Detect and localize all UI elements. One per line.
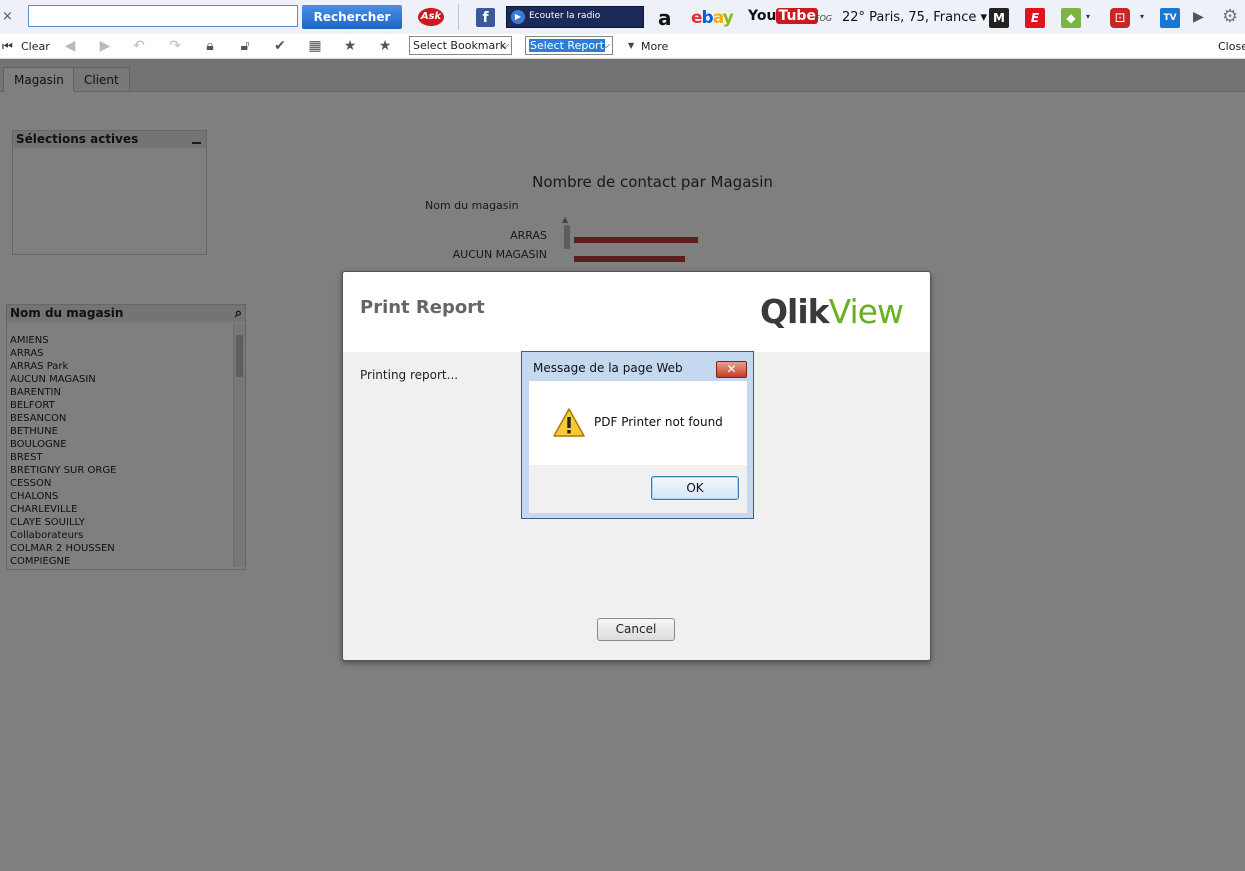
message-body: PDF Printer not found — [529, 381, 747, 465]
select-bookmark-dropdown[interactable]: Select Bookmark ⌵ — [409, 36, 512, 55]
lequipe-icon[interactable]: E — [1025, 8, 1045, 28]
qlikview-logo: QlikView — [760, 292, 904, 331]
add-bookmark-icon[interactable]: ★ — [340, 37, 360, 55]
qlikview-toolbar: ⏮ Clear ◀ ▶ ↶ ↷ 🔒︎ 🔓︎ ✔ ▦ ★ ★ Select Boo… — [0, 34, 1245, 59]
check-icon[interactable]: ✔ — [270, 37, 290, 55]
ebay-icon[interactable]: ebay — [691, 8, 734, 28]
lock-icon[interactable]: 🔒︎ — [200, 37, 220, 55]
print-status: Printing report... — [360, 368, 459, 382]
lemonde-icon[interactable]: M — [989, 8, 1009, 28]
toolbar-separator — [458, 4, 459, 30]
chart-icon[interactable]: ▦ — [305, 37, 325, 55]
undo-icon[interactable]: ↶ — [129, 37, 149, 55]
message-footer: OK — [529, 465, 747, 513]
ok-button[interactable]: OK — [651, 476, 739, 500]
search-button[interactable]: Rechercher — [302, 5, 402, 29]
message-text: PDF Printer not found — [594, 415, 723, 429]
search-input[interactable] — [28, 5, 298, 27]
play-icon[interactable]: ▶ — [1193, 9, 1204, 25]
games-icon[interactable]: ⚀ — [1110, 8, 1130, 28]
weather-dropdown[interactable]: 22° Paris, 75, France ▾ — [842, 10, 987, 25]
cancel-button[interactable]: Cancel — [597, 618, 675, 641]
redo-icon[interactable]: ↷ — [165, 37, 185, 55]
close-icon[interactable]: ✕ — [716, 361, 747, 378]
youtube-icon[interactable]: You Tube — [748, 8, 818, 24]
chevron-down-icon: ⌵ — [602, 40, 610, 51]
ask-icon[interactable]: Ask — [418, 8, 444, 26]
dialog-header: Print Report QlikView — [343, 272, 930, 352]
amazon-icon[interactable]: a — [658, 6, 672, 30]
close-button[interactable]: Close — [1218, 40, 1245, 53]
dialog-title: Print Report — [360, 297, 485, 318]
tv-icon[interactable]: TV — [1160, 8, 1180, 28]
browser-toolbar: × Rechercher Ask f ▶ Ecouter la radio a … — [0, 0, 1245, 35]
remove-bookmark-icon[interactable]: ★ — [375, 37, 395, 55]
radio-label: Ecouter la radio — [529, 11, 601, 21]
forward-icon[interactable]: ▶ — [95, 37, 115, 55]
warning-icon — [553, 408, 585, 437]
clear-icon[interactable]: ⏮ — [2, 39, 13, 54]
play-icon[interactable]: ▶ — [511, 10, 525, 24]
radio-player[interactable]: ▶ Ecouter la radio — [506, 6, 644, 28]
facebook-icon[interactable]: f — [476, 8, 495, 27]
unlock-icon[interactable]: 🔓︎ — [235, 37, 255, 55]
message-title: Message de la page Web — [533, 361, 683, 375]
games-dropdown-icon[interactable]: ▾ — [1140, 12, 1144, 21]
close-toolbar-icon[interactable]: × — [2, 9, 13, 24]
more-button[interactable]: More — [641, 40, 668, 53]
chevron-down-icon: ⌵ — [501, 40, 509, 51]
caret-down-icon: ▼ — [628, 41, 635, 50]
maps-icon[interactable]: ◆ — [1061, 8, 1081, 28]
select-report-dropdown[interactable]: Select Report ⌵ — [525, 36, 613, 55]
web-message-box: Message de la page Web ✕ PDF Printer not… — [521, 351, 754, 519]
maps-dropdown-icon[interactable]: ▾ — [1086, 12, 1090, 21]
settings-icon[interactable]: ⚙ — [1222, 6, 1238, 27]
back-icon[interactable]: ◀ — [60, 37, 80, 55]
clear-button[interactable]: Clear — [21, 40, 50, 53]
weather-icon: FOG — [815, 14, 833, 23]
